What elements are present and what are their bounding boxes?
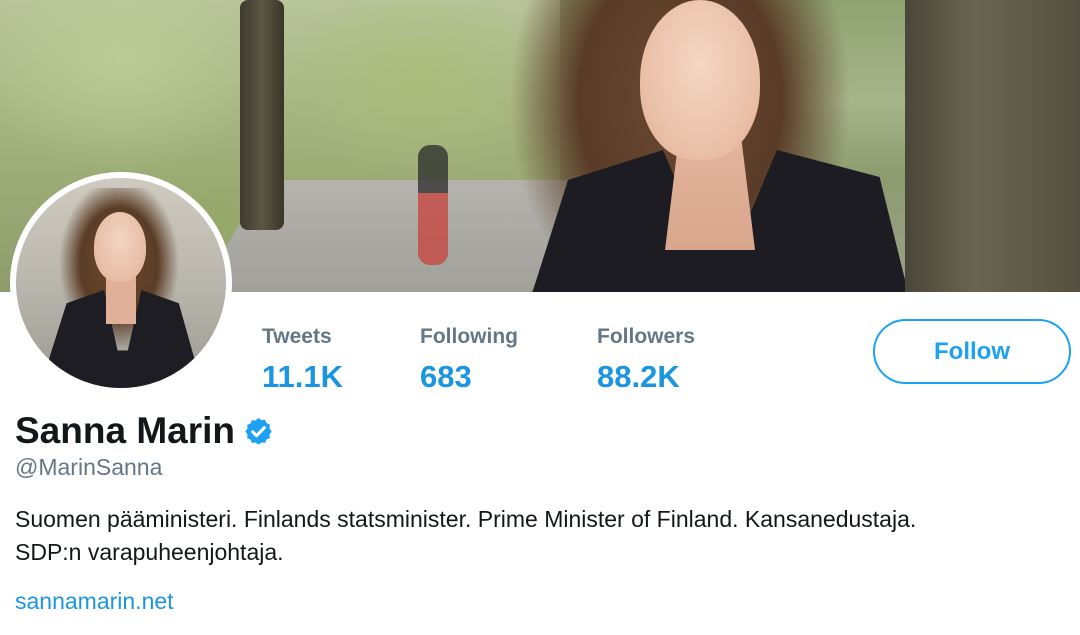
stat-followers-label: Followers (597, 325, 696, 348)
stat-followers[interactable]: Followers 88.2K (597, 324, 695, 396)
banner-portrait (490, 0, 910, 292)
follow-button[interactable]: Follow (873, 319, 1071, 384)
stat-tweets-value: 11.1K (262, 359, 344, 394)
website-link[interactable]: sannamarin.net (15, 586, 174, 616)
stat-followers-value: 88.2K (597, 359, 680, 394)
avatar-photo (16, 178, 226, 388)
stat-tweets[interactable]: Tweets 11.1K (262, 324, 343, 396)
banner-tree (240, 0, 284, 230)
verified-badge-icon (243, 416, 274, 447)
avatar[interactable] (10, 172, 232, 394)
profile-bio: Suomen pääministeri. Finlands statsminis… (15, 503, 1075, 569)
display-name: Sanna Marin (15, 410, 235, 451)
profile-name-row: Sanna Marin (15, 408, 274, 454)
stat-following-value: 683 (420, 359, 472, 394)
stat-tweets-label: Tweets (262, 325, 332, 348)
banner-background-person (418, 145, 448, 265)
banner-tree-trunk (905, 0, 1080, 292)
stat-following-label: Following (420, 325, 518, 348)
bio-line: Suomen pääministeri. Finlands statsminis… (15, 506, 917, 532)
profile-handle: @MarinSanna (15, 454, 163, 480)
stat-following[interactable]: Following 683 (420, 324, 518, 396)
bio-line: SDP:n varapuheenjohtaja. (15, 539, 284, 565)
